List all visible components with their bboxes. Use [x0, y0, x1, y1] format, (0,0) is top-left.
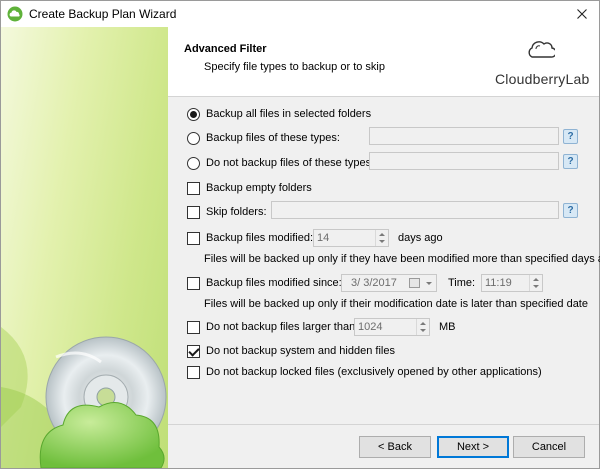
label-skip-folders: Skip folders:	[206, 206, 267, 218]
option-backup-all[interactable]: Backup all files in selected folders	[187, 105, 371, 123]
modified-since-time: 11:19	[485, 277, 512, 289]
option-larger-than[interactable]: Do not backup files larger than:	[187, 318, 358, 336]
option-skip-types[interactable]: Do not backup files of these types:	[187, 154, 374, 172]
skip-types-input[interactable]	[369, 152, 559, 170]
option-skip-folders[interactable]: Skip folders:	[187, 203, 267, 221]
stepper-arrows[interactable]	[416, 319, 429, 335]
modified-since-note: Files will be backed up only if their mo…	[204, 298, 588, 310]
wizard-header: Advanced Filter Specify file types to ba…	[168, 27, 599, 97]
modified-days-note: Files will be backed up only if they hav…	[204, 253, 600, 265]
larger-than-value: 1024	[358, 321, 383, 333]
close-button[interactable]	[565, 1, 599, 27]
radio-backup-all[interactable]	[187, 107, 200, 121]
cloudberry-logo: CloudberryLab	[495, 33, 590, 91]
page-title: Advanced Filter	[184, 43, 267, 55]
calendar-icon[interactable]	[409, 278, 420, 288]
option-backup-types[interactable]: Backup files of these types:	[187, 129, 340, 147]
logo-cloud-icon	[528, 41, 555, 58]
backup-types-input[interactable]	[369, 127, 559, 145]
help-icon[interactable]: ?	[563, 203, 578, 218]
checkbox-modified-days[interactable]	[187, 231, 200, 245]
modified-since-time-stepper[interactable]: 11:19	[481, 274, 543, 292]
help-icon[interactable]: ?	[563, 129, 578, 144]
help-icon[interactable]: ?	[563, 154, 578, 169]
modified-since-date-picker[interactable]: 3/ 3/2017	[341, 274, 437, 292]
label-modified-since: Backup files modified since:	[206, 277, 342, 289]
checkbox-system-hidden[interactable]	[187, 344, 200, 358]
back-button[interactable]: < Back	[359, 436, 431, 458]
cloud-app-icon	[7, 6, 23, 22]
label-backup-all: Backup all files in selected folders	[206, 108, 372, 120]
checkbox-backup-empty[interactable]	[187, 181, 200, 195]
option-system-hidden[interactable]: Do not backup system and hidden files	[187, 342, 395, 360]
option-modified-since[interactable]: Backup files modified since:	[187, 274, 342, 292]
checkbox-locked[interactable]	[187, 365, 200, 379]
logo-text: CloudberryLab	[495, 71, 590, 87]
chevron-down-icon[interactable]	[426, 282, 432, 285]
modified-since-date: 3/ 3/2017	[351, 277, 397, 289]
larger-than-unit: MB	[439, 321, 456, 333]
next-button[interactable]: Next >	[437, 436, 509, 458]
checkbox-skip-folders[interactable]	[187, 205, 200, 219]
option-backup-empty[interactable]: Backup empty folders	[187, 179, 312, 197]
label-modified-days: Backup files modified:	[206, 232, 313, 244]
label-locked: Do not backup locked files (exclusively …	[206, 366, 542, 378]
label-system-hidden: Do not backup system and hidden files	[206, 345, 395, 357]
label-larger-than: Do not backup files larger than:	[206, 321, 359, 333]
option-locked[interactable]: Do not backup locked files (exclusively …	[187, 363, 542, 381]
option-modified-days[interactable]: Backup files modified:	[187, 229, 313, 247]
window-title: Create Backup Plan Wizard	[29, 7, 177, 21]
modified-days-stepper[interactable]: 14	[313, 229, 389, 247]
checkbox-larger-than[interactable]	[187, 320, 200, 334]
cd-disc-icon	[1, 327, 167, 468]
stepper-arrows[interactable]	[529, 275, 542, 291]
skip-folders-input[interactable]	[271, 201, 559, 219]
modified-days-unit: days ago	[398, 232, 443, 244]
close-icon	[577, 9, 587, 19]
checkbox-modified-since[interactable]	[187, 276, 200, 290]
stepper-arrows[interactable]	[375, 230, 388, 246]
wizard-side-panel	[1, 27, 168, 468]
label-backup-empty: Backup empty folders	[206, 182, 312, 194]
wizard-window: Create Backup Plan Wizard Advanced Filte…	[0, 0, 600, 469]
radio-backup-types[interactable]	[187, 131, 200, 145]
footer-divider	[168, 424, 599, 425]
modified-days-value: 14	[317, 232, 330, 244]
title-bar: Create Backup Plan Wizard	[1, 1, 599, 27]
larger-than-stepper[interactable]: 1024	[354, 318, 430, 336]
cancel-button[interactable]: Cancel	[513, 436, 585, 458]
label-skip-types: Do not backup files of these types:	[206, 157, 375, 169]
radio-skip-types[interactable]	[187, 156, 200, 170]
page-subtitle: Specify file types to backup or to skip	[204, 61, 385, 73]
label-backup-types: Backup files of these types:	[206, 132, 340, 144]
time-label: Time:	[448, 277, 476, 289]
